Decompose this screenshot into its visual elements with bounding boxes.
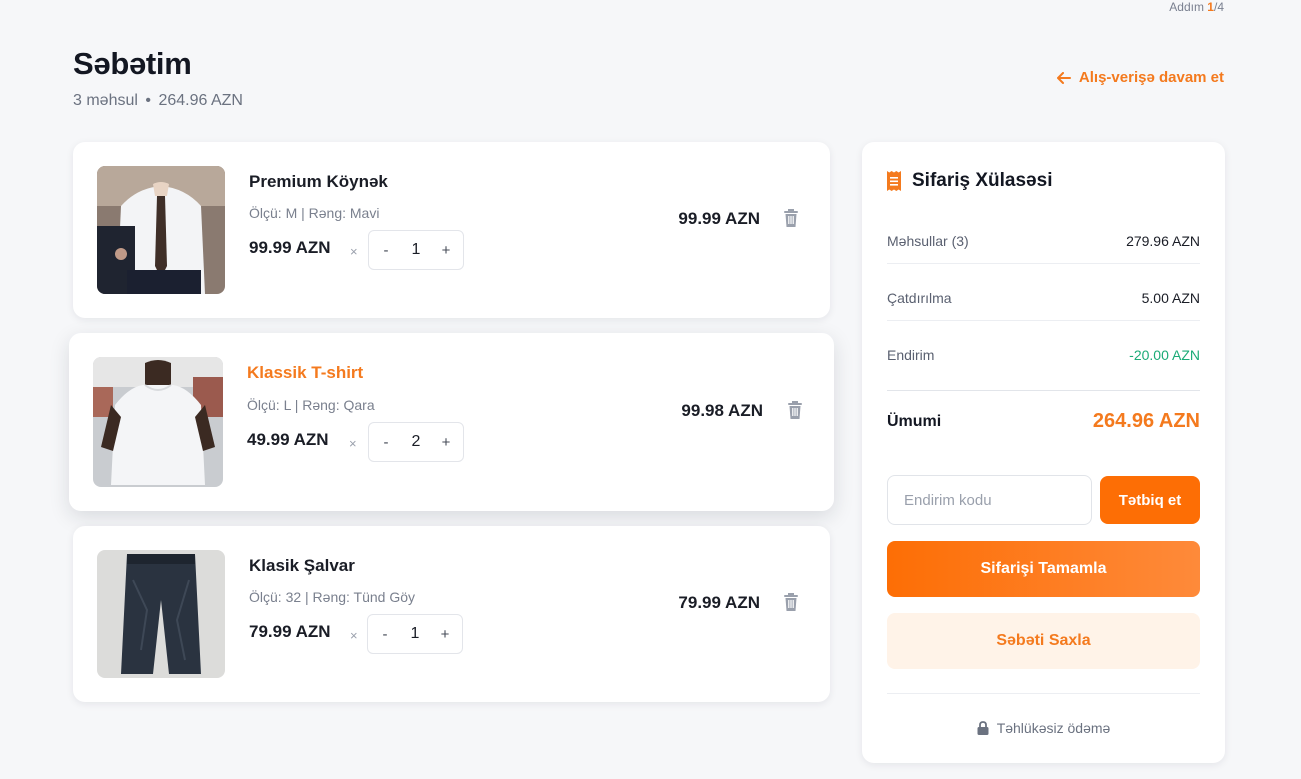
summary-header: Sifariş Xülasəsi — [887, 170, 1052, 192]
step-indicator: Addım 1/4 — [1169, 0, 1224, 14]
cart-item-card: Klasik Şalvar Ölçü: 32 | Rəng: Tünd Göy … — [73, 526, 830, 702]
line-total: 99.99 AZN — [678, 209, 760, 228]
page-header: Səbətim 3 məhsul • 264.96 AZN — [73, 46, 243, 110]
step-current: 1 — [1207, 0, 1214, 14]
times-sign: × — [349, 436, 357, 451]
item-count: 3 məhsul — [73, 92, 138, 109]
continue-shopping-label: Alış-verişə davam et — [1078, 69, 1224, 86]
divider — [887, 693, 1200, 694]
cart-subtitle: 3 məhsul • 264.96 AZN — [73, 92, 243, 110]
line-total: 79.99 AZN — [678, 593, 760, 612]
unit-price: 49.99 AZN — [247, 430, 329, 449]
order-summary-card: Sifariş Xülasəsi Məhsullar (3) 279.96 AZ… — [862, 142, 1225, 763]
increase-button[interactable]: + — [438, 626, 452, 643]
product-image-pants[interactable] — [97, 550, 225, 678]
decrease-button[interactable]: - — [378, 626, 392, 643]
step-total: /4 — [1213, 0, 1224, 14]
product-name[interactable]: Premium Köynək — [249, 172, 388, 192]
checkout-button[interactable]: Sifarişi Tamamla — [887, 541, 1200, 597]
quantity-value[interactable]: 1 — [412, 241, 421, 259]
summary-title: Sifariş Xülasəsi — [912, 170, 1053, 191]
apply-promo-button[interactable]: Tətbiq et — [1100, 476, 1200, 524]
cart-amount: 264.96 AZN — [158, 92, 243, 109]
divider — [887, 263, 1200, 264]
quantity-stepper: - 1 + — [368, 230, 464, 270]
summary-label: Məhsullar (3) — [887, 233, 969, 249]
summary-row-discount: Endirim -20.00 AZN — [887, 347, 1200, 363]
cart-item-card: Premium Köynək Ölçü: M | Rəng: Mavi 99.9… — [73, 142, 830, 318]
summary-label: Çatdırılma — [887, 290, 952, 306]
times-sign: × — [350, 244, 358, 259]
quantity-value[interactable]: 2 — [412, 433, 421, 451]
unit-price: 79.99 AZN — [249, 622, 331, 641]
step-prefix: Addım — [1169, 0, 1208, 14]
quantity-value[interactable]: 1 — [411, 625, 420, 643]
product-meta: Ölçü: 32 | Rəng: Tünd Göy — [249, 589, 416, 605]
product-image-tshirt[interactable] — [93, 357, 223, 487]
summary-value: 279.96 AZN — [1126, 233, 1200, 249]
product-meta: Ölçü: M | Rəng: Mavi — [249, 205, 380, 221]
page-title: Səbətim — [73, 46, 192, 81]
product-image-shirt[interactable] — [97, 166, 225, 294]
trash-icon[interactable] — [783, 593, 799, 611]
increase-button[interactable]: + — [439, 242, 453, 259]
promo-code-input[interactable] — [887, 475, 1092, 525]
product-name[interactable]: Klasik Şalvar — [249, 556, 355, 576]
increase-button[interactable]: + — [439, 434, 453, 451]
summary-value: 5.00 AZN — [1141, 290, 1200, 306]
receipt-icon — [887, 171, 901, 191]
line-total: 99.98 AZN — [681, 401, 763, 420]
separator-dot: • — [145, 92, 151, 109]
trash-icon[interactable] — [783, 209, 799, 227]
total-value: 264.96 AZN — [1092, 410, 1200, 432]
save-cart-button[interactable]: Səbəti Saxla — [887, 613, 1200, 669]
summary-row-total: Ümumi 264.96 AZN — [887, 410, 1200, 433]
decrease-button[interactable]: - — [379, 434, 393, 451]
summary-label: Endirim — [887, 347, 935, 363]
lock-icon — [977, 721, 989, 735]
secure-payment-note: Təhlükəsiz ödəmə — [862, 720, 1225, 736]
secure-payment-label: Təhlükəsiz ödəmə — [996, 720, 1111, 736]
cart-item-card: Klassik T-shirt Ölçü: L | Rəng: Qara 49.… — [69, 333, 834, 511]
quantity-stepper: - 1 + — [367, 614, 463, 654]
summary-row-shipping: Çatdırılma 5.00 AZN — [887, 290, 1200, 306]
continue-shopping-link[interactable]: Alış-verişə davam et — [1056, 69, 1224, 86]
decrease-button[interactable]: - — [379, 242, 393, 259]
summary-row-subtotal: Məhsullar (3) 279.96 AZN — [887, 233, 1200, 249]
discount-value: -20.00 AZN — [1129, 347, 1200, 363]
divider — [887, 390, 1200, 391]
trash-icon[interactable] — [787, 401, 803, 419]
unit-price: 99.99 AZN — [249, 238, 331, 257]
quantity-stepper: - 2 + — [368, 422, 464, 462]
total-label: Ümumi — [887, 412, 942, 430]
divider — [887, 320, 1200, 321]
product-name[interactable]: Klassik T-shirt — [247, 363, 363, 383]
product-meta: Ölçü: L | Rəng: Qara — [247, 397, 375, 413]
times-sign: × — [350, 628, 358, 643]
arrow-left-icon — [1056, 71, 1071, 84]
